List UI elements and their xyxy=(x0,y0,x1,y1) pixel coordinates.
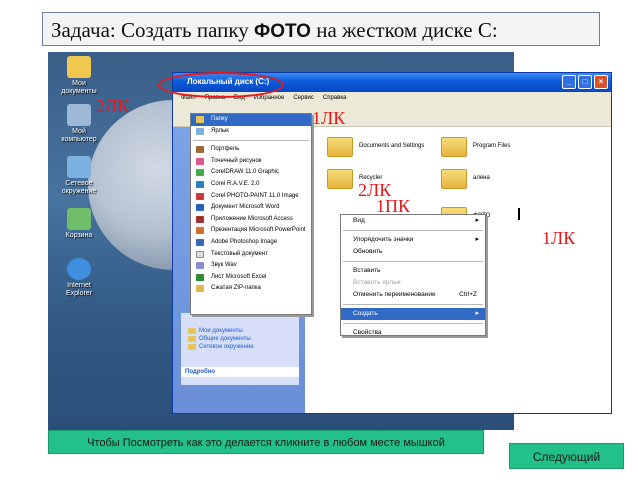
create-access-item[interactable]: Приложение Microsoft Access xyxy=(191,214,311,226)
coreldraw-icon xyxy=(196,169,204,177)
create-excel-item[interactable]: Лист Microsoft Excel xyxy=(191,272,311,284)
create-word-item[interactable]: Документ Microsoft Word xyxy=(191,202,311,214)
menu-separator xyxy=(193,140,309,142)
hint-bar[interactable]: Чтобы Посмотреть как это делается кликни… xyxy=(48,430,484,454)
side-link-network[interactable]: Сетевое окружение xyxy=(181,343,299,351)
title-highlight-oval xyxy=(158,72,284,98)
create-coreldraw-item[interactable]: CorelDRAW 11.0 Graphic xyxy=(191,167,311,179)
recycle-bin-icon[interactable]: Корзина xyxy=(54,208,104,240)
details-header: Подробно xyxy=(181,367,299,377)
folder-icon xyxy=(196,116,204,123)
annotation-2lk-left: 2ЛК xyxy=(96,96,130,116)
menu-separator xyxy=(343,230,483,231)
create-powerpoint-item[interactable]: Презентация Microsoft PowerPoint xyxy=(191,225,311,237)
context-menu: Вид ▸ Упорядочить значки ▸ Обновить Встави… xyxy=(340,214,486,336)
submenu-arrow-icon: ▸ xyxy=(475,236,479,243)
task-title-suffix: на жестком диске С: xyxy=(310,18,498,42)
task-title: Задача: Создать папку ФОТО на жестком ди… xyxy=(42,12,600,46)
create-photoshop-item[interactable]: Adobe Photoshop Image xyxy=(191,237,311,249)
minimize-button[interactable]: _ xyxy=(562,75,576,89)
create-text-item[interactable]: Текстовый документ xyxy=(191,249,311,261)
corel-rave-icon xyxy=(196,180,204,188)
side-link-shared-documents[interactable]: Общие документы xyxy=(181,335,299,343)
menu-separator xyxy=(343,261,483,262)
text-file-icon xyxy=(196,250,204,258)
create-briefcase-item[interactable]: Портфель xyxy=(191,144,311,156)
context-undo-rename[interactable]: Отменить переименование Ctrl+Z xyxy=(341,289,485,301)
folder-label: Documents and Settings xyxy=(359,143,425,149)
create-submenu: Папку Ярлык Портфель Точечный рисунок Co… xyxy=(190,113,312,315)
photopaint-icon xyxy=(196,192,204,200)
menu-favorites[interactable]: Избранное xyxy=(254,95,284,105)
task-title-bold: ФОТО xyxy=(254,21,311,42)
recycle-bin-label: Корзина xyxy=(65,232,93,239)
context-properties[interactable]: Свойства xyxy=(341,327,485,339)
network-label: Сетевое окружение xyxy=(61,180,97,195)
my-documents-icon[interactable]: Мои документы xyxy=(54,56,104,96)
folder-label: Program Files xyxy=(473,143,511,149)
folder-icon xyxy=(327,169,353,189)
create-folder-item[interactable]: Папку xyxy=(191,114,311,126)
my-documents-label: Мои документы xyxy=(61,80,97,95)
context-arrange[interactable]: Упорядочить значки ▸ xyxy=(341,234,485,246)
next-button[interactable]: Следующий xyxy=(509,443,624,469)
briefcase-icon xyxy=(196,146,204,154)
menu-help[interactable]: Справка xyxy=(323,95,347,105)
access-icon xyxy=(196,215,204,223)
folder-recycler[interactable]: Recycler xyxy=(327,169,382,189)
menu-separator xyxy=(343,323,483,324)
annotation-1lk-top: 1ЛК xyxy=(312,108,346,128)
shortcut-icon xyxy=(196,127,204,135)
photoshop-icon xyxy=(196,238,204,246)
create-bitmap-item[interactable]: Точечный рисунок xyxy=(191,156,311,168)
context-view[interactable]: Вид ▸ xyxy=(341,215,485,227)
other-places-box: Мои документы Общие документы Сетевое ок… xyxy=(181,313,299,367)
wav-icon xyxy=(196,262,204,270)
create-zip-item[interactable]: Сжатая ZIP-папка xyxy=(191,283,311,295)
create-shortcut-item[interactable]: Ярлык xyxy=(191,126,311,138)
excel-icon xyxy=(196,273,204,281)
folder-icon xyxy=(441,137,467,157)
powerpoint-icon xyxy=(196,227,204,235)
undo-shortcut: Ctrl+Z xyxy=(459,291,477,298)
submenu-arrow-icon: ▸ xyxy=(475,217,479,224)
maximize-button[interactable]: □ xyxy=(578,75,592,89)
details-box[interactable]: Подробно xyxy=(181,367,299,385)
my-computer-label: Мой компьютер xyxy=(61,128,97,143)
zip-folder-icon xyxy=(196,285,204,293)
create-photopaint-item[interactable]: Corel PHOTO-PAINT 11.0 Image xyxy=(191,191,311,203)
internet-explorer-icon[interactable]: Internet Explorer xyxy=(54,258,104,298)
submenu-arrow-icon: ▸ xyxy=(475,310,479,317)
word-icon xyxy=(196,204,204,212)
annotation-1pk: 1ПК xyxy=(376,196,411,216)
context-paste[interactable]: Вставить xyxy=(341,265,485,277)
task-title-prefix: Задача: Создать папку xyxy=(51,18,255,42)
folder-documents-settings[interactable]: Documents and Settings xyxy=(327,137,424,157)
close-button[interactable]: × xyxy=(594,75,608,89)
bitmap-icon xyxy=(196,157,204,165)
folder-icon xyxy=(441,169,467,189)
side-link-my-documents[interactable]: Мои документы xyxy=(181,327,299,335)
annotation-1lk-right: 1ЛК xyxy=(542,228,576,248)
internet-explorer-label: Internet Explorer xyxy=(65,282,93,297)
create-corel-rave-item[interactable]: Corel R.A.V.E. 2.0 xyxy=(191,179,311,191)
context-refresh[interactable]: Обновить xyxy=(341,246,485,258)
folder-label: алена xyxy=(473,175,490,181)
menu-separator xyxy=(343,304,483,305)
folder-icon xyxy=(327,137,353,157)
menu-tools[interactable]: Сервис xyxy=(293,95,314,105)
folder-alena[interactable]: алена xyxy=(441,169,490,189)
network-icon[interactable]: Сетевое окружение xyxy=(54,156,104,196)
context-paste-shortcut: Вставить ярлык xyxy=(353,279,401,286)
context-create[interactable]: Создать ▸ xyxy=(341,308,485,320)
create-wav-item[interactable]: Звук Wav xyxy=(191,260,311,272)
text-cursor xyxy=(518,208,520,220)
folder-program-files[interactable]: Program Files xyxy=(441,137,510,157)
